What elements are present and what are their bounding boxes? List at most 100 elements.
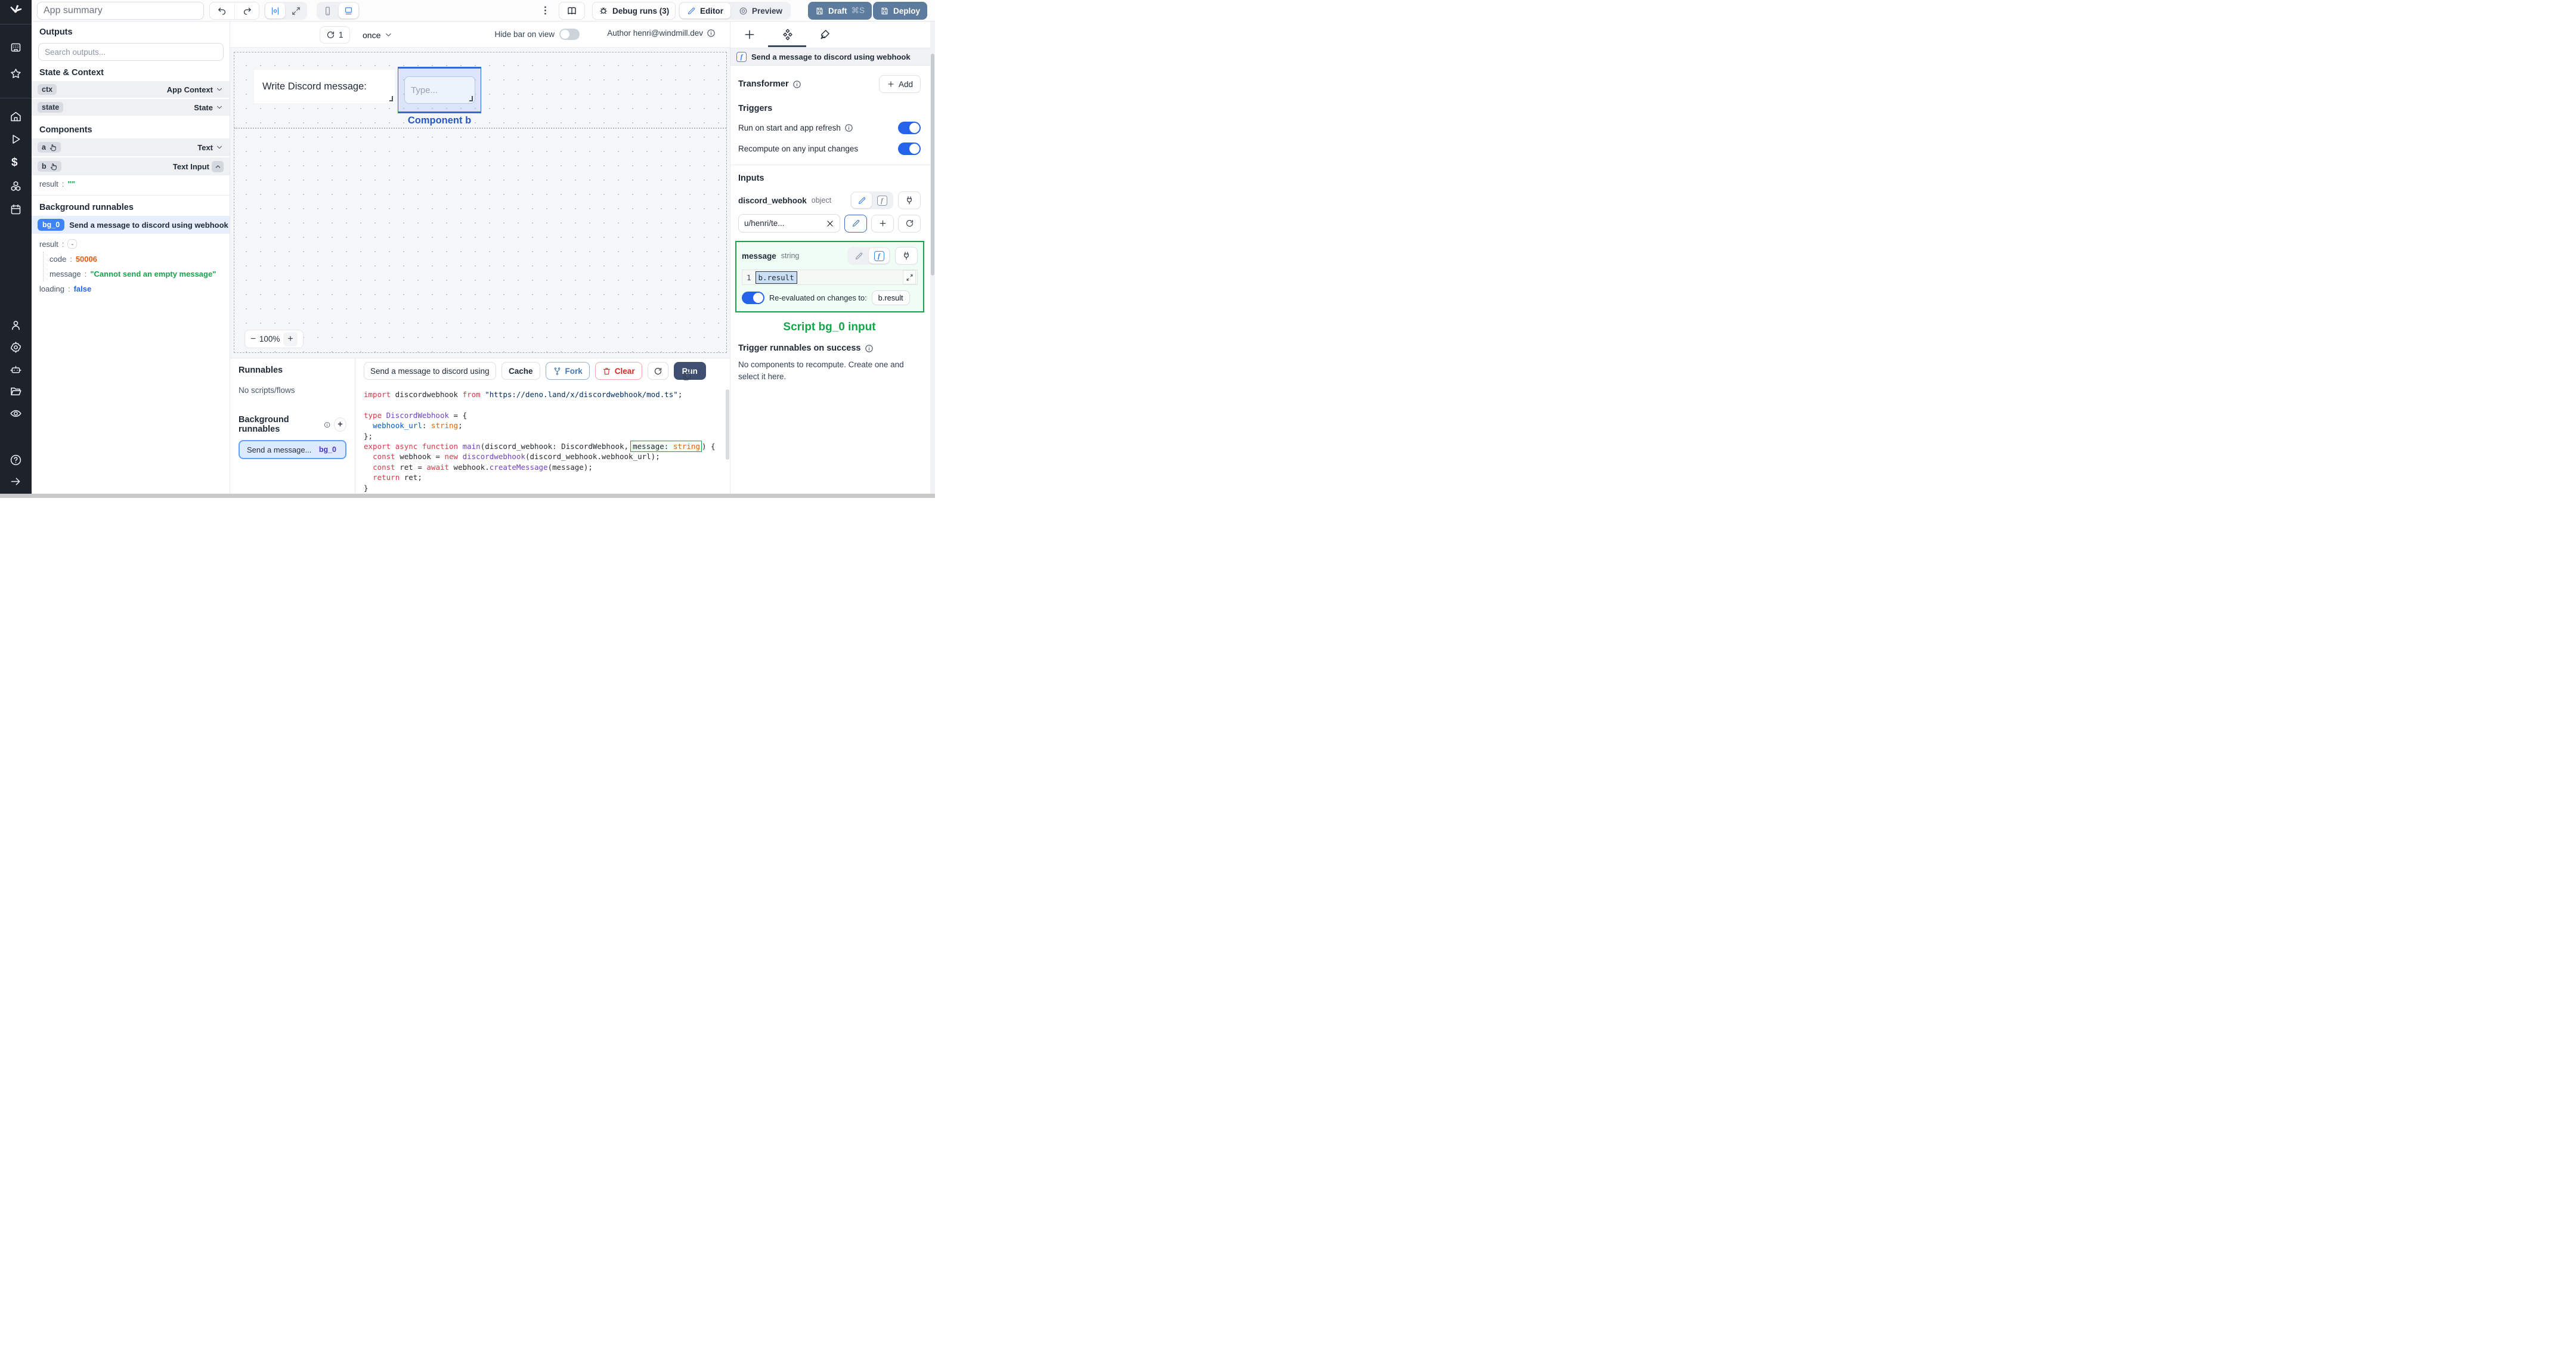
run-on-start-toggle[interactable] bbox=[898, 122, 921, 134]
draft-button[interactable]: Draft ⌘S bbox=[808, 2, 872, 20]
bg0-badge: bg_0 bbox=[38, 219, 65, 231]
editor-scrollbar[interactable] bbox=[726, 389, 729, 460]
chevron-down-icon[interactable] bbox=[215, 85, 224, 94]
run-mode-dropdown[interactable]: once bbox=[363, 26, 393, 44]
home-icon[interactable] bbox=[10, 110, 22, 123]
static-mode-pencil-icon[interactable] bbox=[852, 193, 872, 208]
scrollbar-thumb[interactable] bbox=[931, 54, 934, 275]
recompute-toggle[interactable] bbox=[898, 143, 921, 155]
bg0-code-row[interactable]: code: 50006 bbox=[44, 252, 230, 267]
collapse-chevron-up[interactable] bbox=[212, 160, 224, 172]
transformer-title: Transformer bbox=[738, 79, 789, 89]
redo-button[interactable] bbox=[234, 2, 259, 19]
folders-icon[interactable] bbox=[10, 385, 22, 398]
connect-plug-icon[interactable] bbox=[895, 247, 918, 265]
settings-gear-icon[interactable] bbox=[10, 341, 22, 354]
static-mode-pencil-icon[interactable] bbox=[849, 248, 869, 264]
script-input-annotation: Script bg_0 input bbox=[783, 321, 876, 333]
info-icon[interactable] bbox=[865, 344, 874, 353]
refresh-script-button[interactable] bbox=[647, 362, 668, 380]
audit-eye-icon[interactable] bbox=[10, 407, 22, 420]
mobile-view-button[interactable] bbox=[318, 3, 338, 18]
bg0-message-row[interactable]: message: "Cannot send an empty message" bbox=[44, 267, 230, 281]
output-row-state[interactable]: state State bbox=[32, 99, 230, 116]
fork-button[interactable]: Fork bbox=[545, 362, 590, 380]
component-row-b[interactable]: b Text Input bbox=[32, 157, 230, 175]
message-expression-editor[interactable]: 1 b.result bbox=[742, 270, 918, 285]
add-transformer-button[interactable]: Add bbox=[878, 75, 921, 93]
runs-play-icon[interactable] bbox=[10, 133, 22, 145]
bg0-result-row[interactable]: result: - bbox=[32, 234, 230, 252]
app-summary-input[interactable] bbox=[37, 2, 204, 20]
deploy-button[interactable]: Deploy bbox=[873, 2, 928, 20]
component-b-result-row[interactable]: result: "" bbox=[32, 176, 230, 191]
selected-component-b[interactable] bbox=[398, 67, 481, 113]
favorites-star-icon[interactable] bbox=[10, 67, 22, 80]
output-row-ctx[interactable]: ctx App Context bbox=[32, 81, 230, 98]
eval-mode-f-icon[interactable]: f bbox=[869, 248, 889, 264]
schedules-calendar-icon[interactable] bbox=[10, 203, 22, 216]
windmill-logo-icon[interactable] bbox=[8, 4, 23, 19]
reeval-toggle[interactable] bbox=[742, 292, 764, 304]
info-icon[interactable] bbox=[707, 29, 716, 38]
reeval-target-badge[interactable]: b.result bbox=[871, 290, 910, 305]
eval-mode-f-icon[interactable]: f bbox=[872, 193, 892, 208]
help-icon[interactable] bbox=[10, 454, 22, 466]
tab-insert-plus-icon[interactable] bbox=[744, 29, 756, 41]
cache-button[interactable]: Cache bbox=[501, 362, 540, 380]
center-layout-button[interactable] bbox=[265, 3, 285, 18]
add-resource-button[interactable] bbox=[871, 214, 894, 233]
script-name-field[interactable]: Send a message to discord using bbox=[364, 362, 496, 380]
resource-picker-field[interactable]: u/henri/te... bbox=[738, 214, 840, 233]
clear-x-icon[interactable] bbox=[826, 219, 834, 228]
code-editor[interactable]: import discordwebhook from "https://deno… bbox=[355, 383, 730, 498]
text-input-component-b[interactable] bbox=[404, 76, 475, 104]
clear-button[interactable]: Clear bbox=[595, 362, 642, 380]
window-scrollbar[interactable] bbox=[930, 21, 935, 498]
add-bg-runnable-button[interactable]: + bbox=[333, 417, 346, 432]
workspace-icon[interactable] bbox=[10, 42, 22, 54]
desktop-view-button[interactable] bbox=[339, 3, 358, 18]
resources-cubes-icon[interactable] bbox=[10, 180, 22, 193]
bg0-loading-row[interactable]: loading: false bbox=[32, 281, 230, 296]
tab-editor[interactable]: Editor bbox=[680, 3, 730, 18]
zoom-in-button[interactable]: + bbox=[283, 332, 298, 346]
refresh-resource-button[interactable] bbox=[898, 214, 921, 233]
expand-editor-icon[interactable] bbox=[903, 270, 916, 284]
collapse-toggle[interactable]: - bbox=[67, 239, 78, 249]
info-icon[interactable] bbox=[844, 123, 853, 132]
zoom-out-button[interactable]: − bbox=[250, 334, 256, 345]
chevron-down-icon[interactable] bbox=[215, 143, 224, 151]
tab-preview[interactable]: Preview bbox=[732, 3, 789, 18]
tab-component-settings-icon[interactable] bbox=[782, 29, 794, 41]
reeval-label: Re-evaluated on changes to: bbox=[769, 293, 867, 302]
chevron-down-icon[interactable] bbox=[215, 103, 224, 112]
edit-resource-pencil-button[interactable] bbox=[844, 214, 867, 233]
more-options-kebab-icon[interactable] bbox=[540, 5, 551, 16]
refresh-count-button[interactable]: 1 bbox=[320, 26, 350, 44]
tab-styling-brush-icon[interactable] bbox=[819, 29, 831, 41]
billing-dollar-icon[interactable]: $ bbox=[11, 156, 24, 169]
copy-code-icon[interactable] bbox=[682, 371, 692, 381]
docs-book-button[interactable] bbox=[559, 2, 585, 20]
workers-robot-icon[interactable] bbox=[10, 364, 22, 376]
bg0-result-children: code: 50006 message: "Cannot send an emp… bbox=[43, 252, 230, 281]
expand-sidebar-arrow-icon[interactable] bbox=[10, 475, 22, 488]
hide-bar-toggle[interactable] bbox=[559, 29, 580, 40]
search-outputs-input[interactable] bbox=[38, 43, 224, 61]
component-row-a[interactable]: a Text bbox=[32, 138, 230, 156]
bg-runnable-item-selected[interactable]: Send a message... bg_0 bbox=[239, 440, 346, 459]
undo-button[interactable] bbox=[210, 2, 234, 19]
info-icon[interactable] bbox=[792, 80, 801, 89]
resize-handle[interactable] bbox=[389, 96, 393, 101]
fullwidth-layout-button[interactable] bbox=[286, 3, 306, 18]
text-component-a[interactable]: Write Discord message: bbox=[254, 70, 395, 103]
user-icon[interactable] bbox=[10, 319, 22, 332]
horizontal-scrollbar[interactable] bbox=[0, 494, 935, 498]
app-canvas[interactable]: Write Discord message: Component b − 100… bbox=[230, 48, 730, 358]
canvas-grid[interactable]: Write Discord message: Component b bbox=[234, 52, 727, 353]
resize-handle[interactable] bbox=[469, 96, 473, 101]
bg0-runnable-row[interactable]: bg_0 Send a message to discord using web… bbox=[32, 216, 230, 234]
debug-runs-button[interactable]: Debug runs (3) bbox=[592, 2, 676, 20]
connect-plug-icon[interactable] bbox=[898, 191, 921, 209]
